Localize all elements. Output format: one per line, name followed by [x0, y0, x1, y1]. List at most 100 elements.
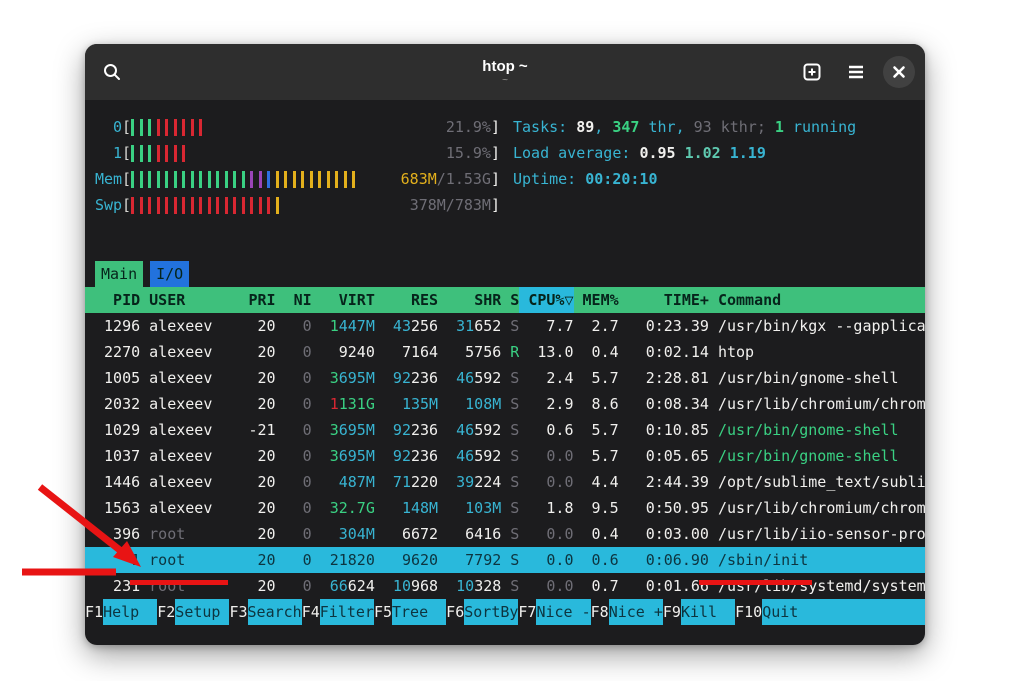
fn-f10-quit[interactable]: F10Quit: [735, 599, 925, 625]
column-header-cpu[interactable]: CPU%▽: [519, 287, 573, 313]
cell-pri: 20: [239, 521, 275, 547]
cell-ni: 0: [276, 443, 312, 469]
process-row[interactable]: 1563alexeev20032.7G148M103MS1.89.50:50.9…: [85, 495, 925, 521]
cell-pri: 20: [239, 365, 275, 391]
process-table-header[interactable]: PID USERPRINIVIRTRESSHRSCPU%▽MEM%TIME+Com…: [85, 287, 925, 313]
fn-key-label: F10: [735, 599, 762, 625]
process-row[interactable]: 1296alexeev2001447M4325631652S7.72.70:23…: [85, 313, 925, 339]
process-row[interactable]: 1446alexeev200487M7122039224S0.04.42:44.…: [85, 469, 925, 495]
fn-key-label: F3: [229, 599, 247, 625]
column-header-shr[interactable]: SHR: [438, 287, 501, 313]
cell-mem: 0.4: [574, 339, 619, 365]
green-bar: [148, 145, 151, 162]
fn-f3-search[interactable]: F3Search: [229, 599, 301, 625]
red-bar: [216, 197, 219, 214]
column-header-pri[interactable]: PRI: [239, 287, 275, 313]
process-row[interactable]: 2032alexeev2001131G135M108MS2.98.60:08.3…: [85, 391, 925, 417]
cell-cpu: 0.0: [519, 547, 573, 573]
process-row[interactable]: 1005alexeev2003695M9223646592S2.45.72:28…: [85, 365, 925, 391]
cell-mem: 2.7: [574, 313, 619, 339]
column-header-virt[interactable]: VIRT: [312, 287, 375, 313]
green-bar: [233, 171, 236, 188]
cell-ni: 0: [276, 417, 312, 443]
meter-value: 683M/1.53G]: [401, 166, 500, 192]
green-bar: [225, 171, 228, 188]
process-row[interactable]: 396root200304M66726416S0.00.40:03.00/usr…: [85, 521, 925, 547]
cell-cmd: /usr/bin/gnome-shell: [709, 365, 925, 391]
cell-cpu: 2.9: [519, 391, 573, 417]
fn-f2-setup[interactable]: F2Setup: [157, 599, 229, 625]
cell-cpu: 13.0: [519, 339, 573, 365]
fn-f4-filter[interactable]: F4Filter: [302, 599, 374, 625]
column-header-time[interactable]: TIME+: [619, 287, 709, 313]
cell-s: S: [501, 469, 519, 495]
cell-shr: 46592: [438, 443, 501, 469]
column-header-s[interactable]: S: [501, 287, 519, 313]
cell-virt: 3695M: [312, 417, 375, 443]
search-icon[interactable]: [95, 55, 129, 89]
cell-s: S: [501, 365, 519, 391]
process-row[interactable]: 1029alexeev-2103695M9223646592S0.65.70:1…: [85, 417, 925, 443]
red-bar: [174, 119, 177, 136]
cell-virt: 3695M: [312, 443, 375, 469]
cell-time: 0:10.85: [619, 417, 709, 443]
column-header-res[interactable]: RES: [375, 287, 438, 313]
cell-ni: 0: [276, 573, 312, 599]
red-bar: [182, 119, 185, 136]
cell-shr: 39224: [438, 469, 501, 495]
tab-io[interactable]: I/O: [150, 261, 189, 287]
column-header-cmd[interactable]: Command: [709, 287, 925, 313]
column-header-mem[interactable]: MEM%: [574, 287, 619, 313]
cell-s: S: [501, 521, 519, 547]
cell-virt: 32.7G: [312, 495, 375, 521]
tab-main[interactable]: Main: [95, 261, 143, 287]
fn-f5-tree[interactable]: F5Tree: [374, 599, 446, 625]
cell-cmd: /usr/lib/chromium/chromi: [709, 495, 925, 521]
yellow-bar: [310, 171, 313, 188]
cell-cmd: /usr/bin/gnome-shell: [709, 417, 925, 443]
green-bar: [199, 171, 202, 188]
menu-icon[interactable]: [839, 55, 873, 89]
cell-pid: 2032: [95, 391, 140, 417]
yellow-bar: [293, 171, 296, 188]
fn-f6-sortby[interactable]: F6SortBy: [446, 599, 518, 625]
meter-bars: 21.9%]: [131, 114, 500, 140]
process-row[interactable]: 231root200666241096810328S0.00.70:01.66/…: [85, 573, 925, 599]
purple-bar: [259, 171, 262, 188]
column-header-ni[interactable]: NI: [276, 287, 312, 313]
process-row-selected[interactable]: 1root2002182096207792S0.00.60:06.90/sbin…: [85, 547, 925, 573]
cell-cpu: 0.6: [519, 417, 573, 443]
fn-key-label: F9: [663, 599, 681, 625]
cell-res: 92236: [375, 417, 438, 443]
process-row[interactable]: 2270alexeev200924071645756R13.00.40:02.1…: [85, 339, 925, 365]
yellow-bar: [318, 171, 321, 188]
fn-f1-help[interactable]: F1Help: [85, 599, 157, 625]
window-title: htop ~: [482, 58, 527, 75]
cell-pri: 20: [239, 339, 275, 365]
cell-ni: 0: [276, 547, 312, 573]
fn-action-label: Kill: [681, 599, 735, 625]
fn-f8-nice[interactable]: F8Nice +: [591, 599, 663, 625]
new-tab-icon[interactable]: [795, 55, 829, 89]
cell-shr: 6416: [438, 521, 501, 547]
cell-pri: 20: [239, 443, 275, 469]
cell-pid: 1: [95, 547, 140, 573]
cell-shr: 5756: [438, 339, 501, 365]
fn-f7-nice[interactable]: F7Nice -: [518, 599, 590, 625]
close-icon[interactable]: [883, 56, 915, 88]
fn-f9-kill[interactable]: F9Kill: [663, 599, 735, 625]
red-bar: [140, 197, 143, 214]
red-bar: [157, 145, 160, 162]
cell-shr: 31652: [438, 313, 501, 339]
cell-ni: 0: [276, 339, 312, 365]
green-bar: [131, 119, 134, 136]
cell-cpu: 0.0: [519, 521, 573, 547]
column-header-user[interactable]: USER: [149, 287, 239, 313]
fn-action-label: Nice +: [609, 599, 663, 625]
green-bar: [148, 119, 151, 136]
process-row[interactable]: 1037alexeev2003695M9223646592S0.05.70:05…: [85, 443, 925, 469]
cell-ni: 0: [276, 495, 312, 521]
column-header-pid[interactable]: PID: [95, 287, 140, 313]
meter-value: 15.9%]: [446, 140, 500, 166]
cell-time: 2:28.81: [619, 365, 709, 391]
